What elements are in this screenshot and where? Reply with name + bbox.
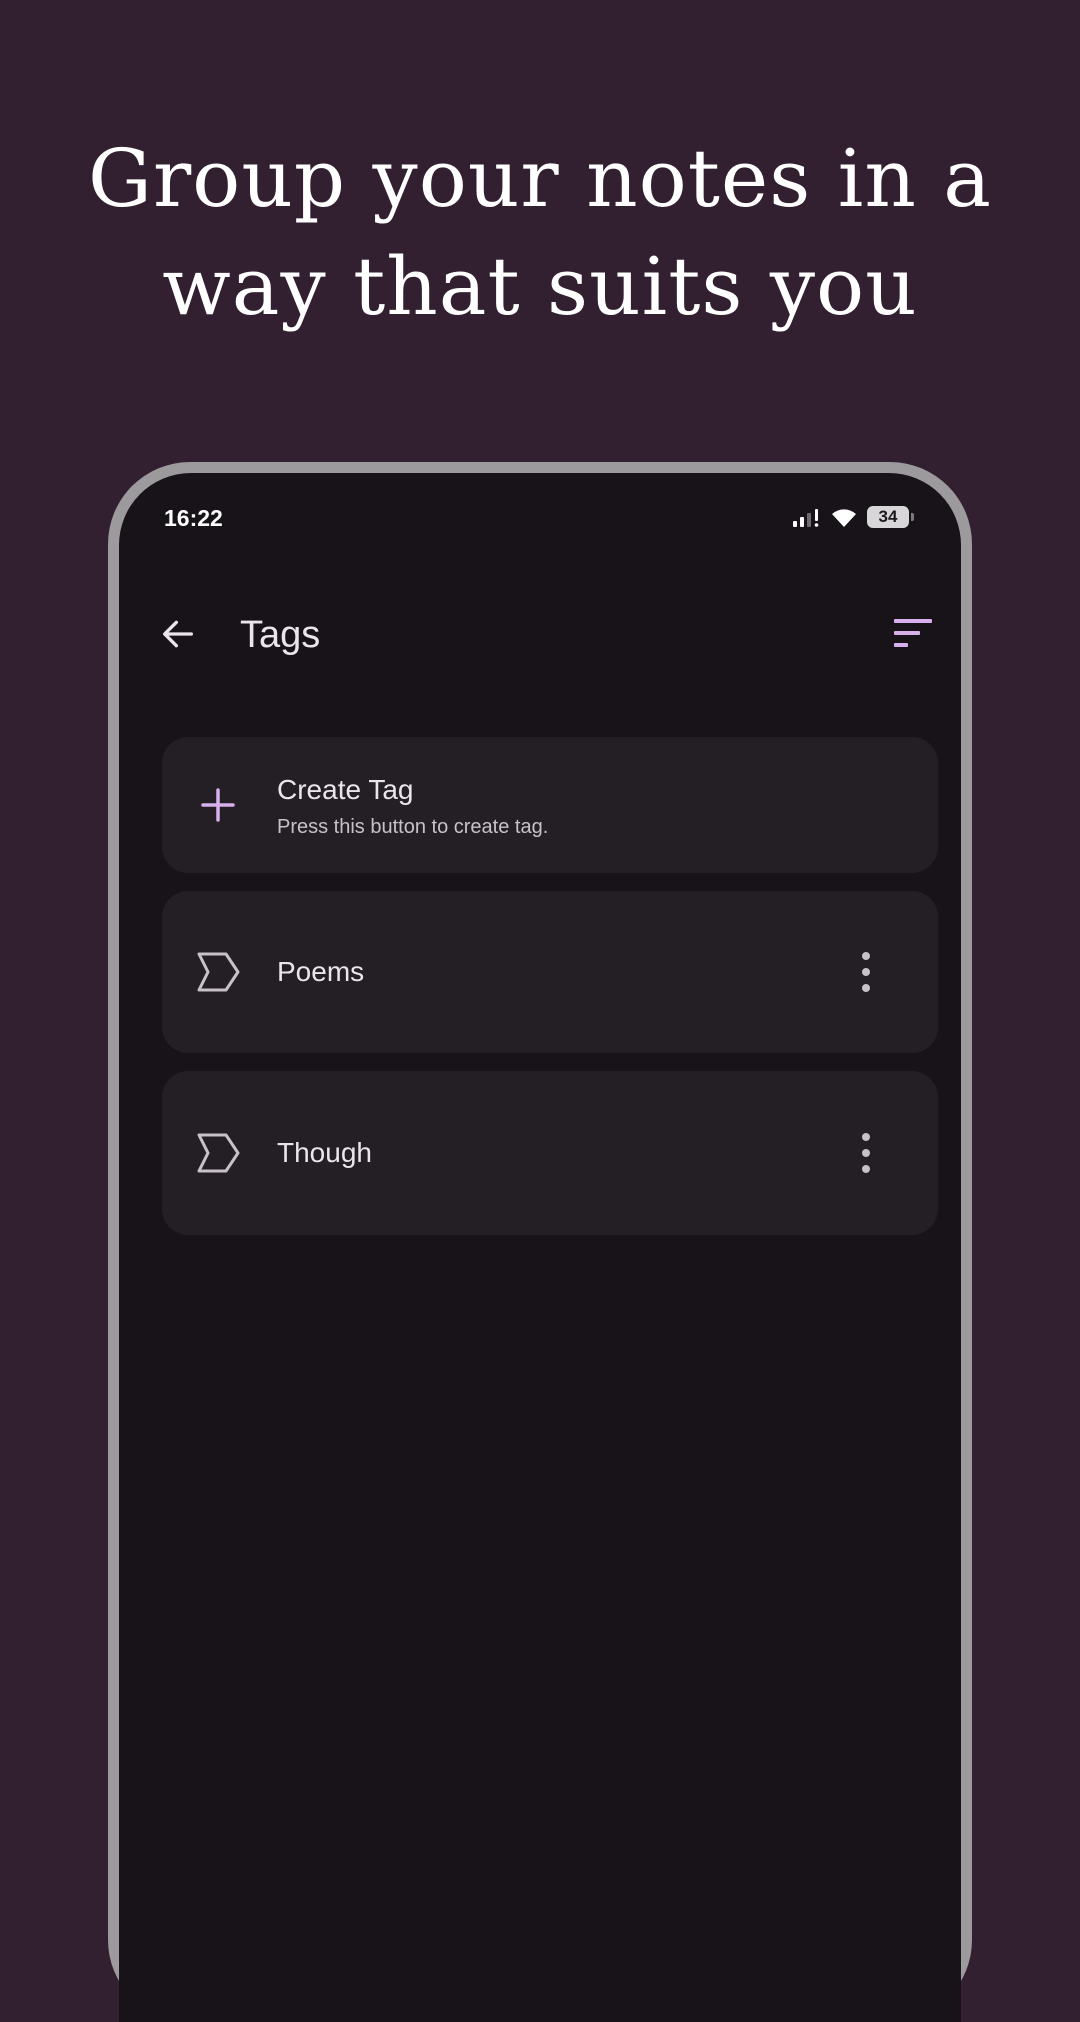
more-vertical-icon[interactable] bbox=[858, 1131, 874, 1175]
create-tag-title: Create Tag bbox=[277, 774, 414, 805]
label-tag-icon bbox=[197, 952, 240, 992]
sort-icon bbox=[894, 619, 932, 647]
promo-headline: Group your notes in a way that suits you bbox=[88, 132, 992, 333]
plus-icon bbox=[201, 788, 235, 822]
phone-frame: 16:22 34 Tags Create Tag Press this butt… bbox=[108, 462, 972, 2022]
status-icons: 34 bbox=[791, 505, 914, 529]
sort-button[interactable] bbox=[890, 613, 936, 653]
create-tag-subtitle: Press this button to create tag. bbox=[277, 816, 549, 838]
more-vertical-icon[interactable] bbox=[858, 950, 874, 994]
tag-item-poems[interactable]: Poems bbox=[162, 891, 938, 1053]
signal-icon bbox=[793, 509, 819, 527]
create-tag-card[interactable]: Create Tag Press this button to create t… bbox=[162, 737, 938, 873]
wifi-icon bbox=[832, 509, 856, 527]
tag-item-though[interactable]: Though bbox=[162, 1071, 938, 1235]
tag-label: Poems bbox=[277, 956, 365, 987]
back-button[interactable] bbox=[155, 611, 201, 657]
phone-screen: 16:22 34 Tags Create Tag Press this butt… bbox=[119, 473, 961, 2022]
battery-indicator: 34 bbox=[867, 506, 914, 528]
arrow-back-icon bbox=[163, 620, 193, 648]
label-tag-icon bbox=[197, 1133, 240, 1173]
status-time: 16:22 bbox=[164, 505, 223, 531]
tag-label: Though bbox=[277, 1137, 372, 1168]
page-title: Tags bbox=[240, 614, 321, 656]
